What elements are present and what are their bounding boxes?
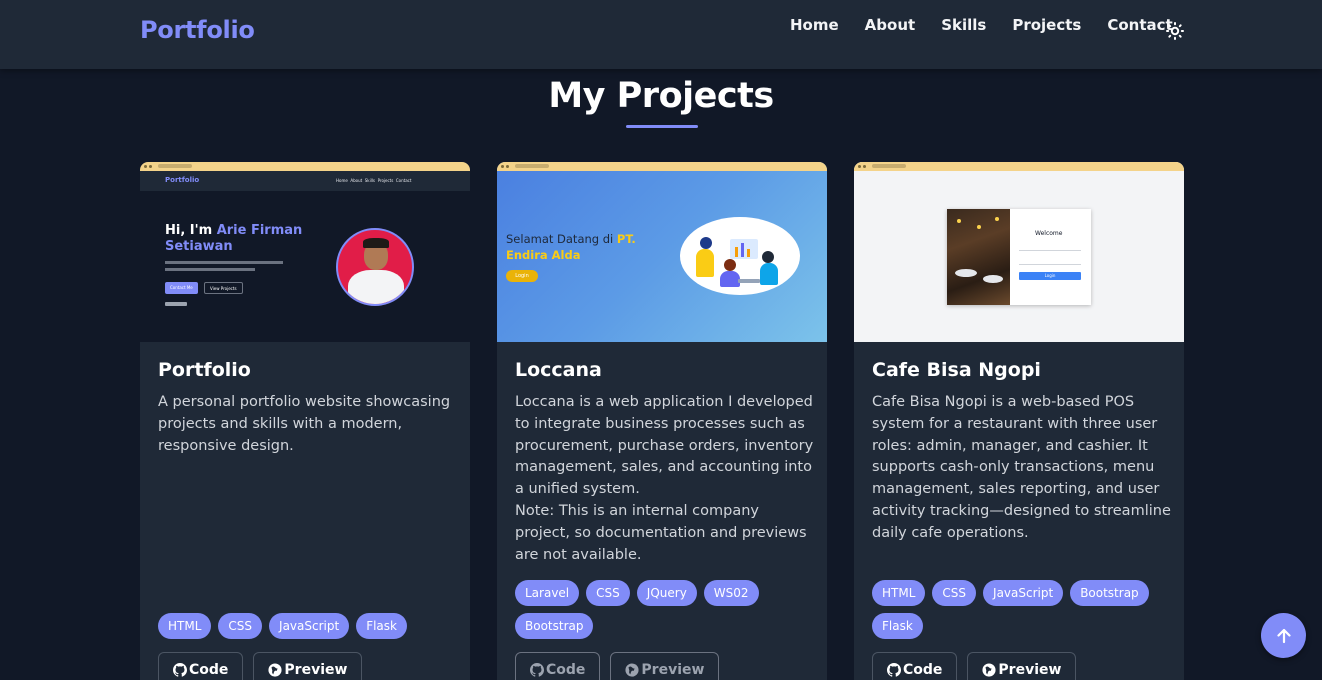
- github-icon: [530, 663, 544, 677]
- navbar: Portfolio Home About Skills Projects Con…: [0, 0, 1322, 69]
- login-box: Welcome Login: [947, 209, 1091, 305]
- globe-icon: [268, 663, 282, 677]
- code-button[interactable]: Code: [872, 652, 958, 680]
- project-thumbnail: Portfolio Home About Skills Projects Con…: [140, 162, 470, 342]
- tech-tags: HTML CSS JavaScript Bootstrap Flask: [872, 580, 1172, 646]
- project-card-cafe-bisa-ngopi: Welcome Login Cafe Bisa Ngopi Cafe Bisa …: [854, 162, 1184, 680]
- title-underline: [626, 125, 698, 128]
- github-icon: [887, 663, 901, 677]
- tech-tag: CSS: [218, 613, 263, 639]
- sun-icon: [1166, 22, 1184, 40]
- tech-tag: Flask: [356, 613, 407, 639]
- project-thumbnail: Welcome Login: [854, 162, 1184, 342]
- project-actions: Code Preview: [515, 652, 729, 680]
- project-title: Portfolio: [158, 359, 251, 381]
- project-actions: Code Preview: [158, 652, 372, 680]
- section-title: My Projects: [548, 76, 774, 116]
- code-button[interactable]: Code: [515, 652, 601, 680]
- code-button[interactable]: Code: [158, 652, 244, 680]
- avatar: [336, 228, 414, 306]
- brand-logo[interactable]: Portfolio: [140, 16, 255, 44]
- tech-tag: Bootstrap: [1070, 580, 1149, 606]
- tech-tag: JavaScript: [983, 580, 1064, 606]
- tech-tags: Laravel CSS JQuery WS02 Bootstrap: [515, 580, 815, 646]
- restaurant-photo: [947, 209, 1010, 305]
- nav-link-contact[interactable]: Contact: [1107, 16, 1172, 34]
- tech-tag: HTML: [872, 580, 926, 606]
- tech-tag: Laravel: [515, 580, 580, 606]
- project-actions: Code Preview: [872, 652, 1086, 680]
- preview-button[interactable]: Preview: [610, 652, 720, 680]
- github-icon: [173, 663, 187, 677]
- preview-button[interactable]: Preview: [967, 652, 1077, 680]
- theme-toggle-button[interactable]: [1165, 21, 1185, 41]
- tech-tag: CSS: [932, 580, 977, 606]
- project-title: Loccana: [515, 359, 602, 381]
- project-thumbnail: Selamat Datang di PT. Endira Alda Login: [497, 162, 827, 342]
- nav-link-skills[interactable]: Skills: [941, 16, 986, 34]
- tech-tag: HTML: [158, 613, 212, 639]
- tech-tag: Bootstrap: [515, 613, 594, 639]
- nav-links: Home About Skills Projects Contact: [790, 16, 1199, 34]
- scroll-to-top-button[interactable]: [1261, 613, 1306, 658]
- project-description: A personal portfolio website showcasing …: [158, 394, 451, 454]
- tech-tag: JQuery: [636, 580, 697, 606]
- tech-tags: HTML CSS JavaScript Flask: [158, 613, 458, 646]
- project-title: Cafe Bisa Ngopi: [872, 359, 1041, 381]
- arrow-up-icon: [1276, 628, 1291, 643]
- tech-tag: WS02: [703, 580, 759, 606]
- project-description: Loccana is a web application I developed…: [515, 394, 814, 563]
- tech-tag: Flask: [872, 613, 923, 639]
- nav-link-home[interactable]: Home: [790, 16, 839, 34]
- globe-icon: [625, 663, 639, 677]
- project-card-loccana: Selamat Datang di PT. Endira Alda Login …: [497, 162, 827, 680]
- preview-button[interactable]: Preview: [253, 652, 363, 680]
- nav-link-about[interactable]: About: [865, 16, 916, 34]
- project-description: Cafe Bisa Ngopi is a web-based POS syste…: [872, 394, 1171, 541]
- thumb-brand: Portfolio: [165, 176, 200, 184]
- tech-tag: JavaScript: [269, 613, 350, 639]
- tech-tag: CSS: [586, 580, 630, 606]
- nav-link-projects[interactable]: Projects: [1012, 16, 1081, 34]
- illustration: [680, 217, 800, 295]
- globe-icon: [982, 663, 996, 677]
- project-card-portfolio: Portfolio Home About Skills Projects Con…: [140, 162, 470, 680]
